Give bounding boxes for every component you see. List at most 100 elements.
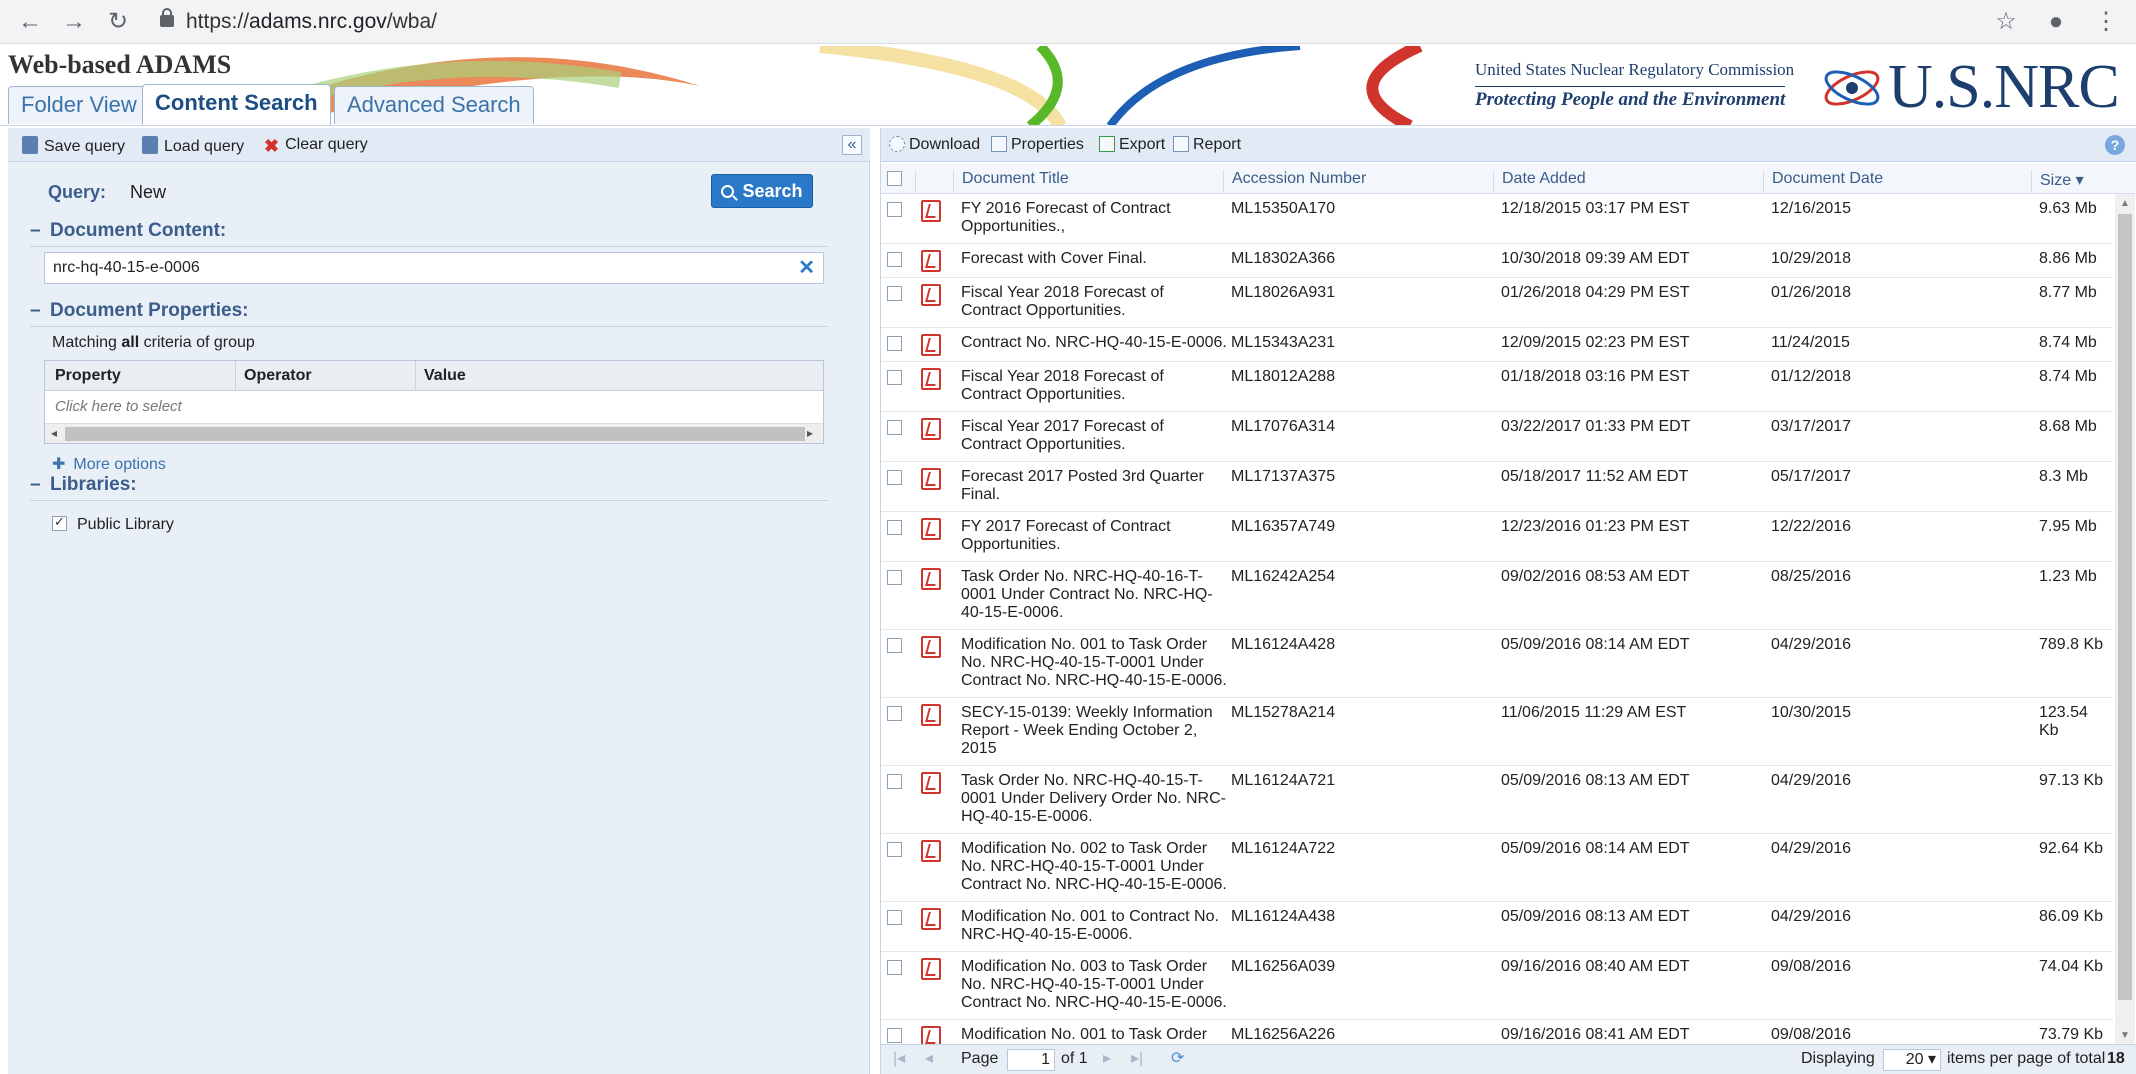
scroll-up-icon[interactable]: ▲ [2120,198,2130,209]
table-row[interactable]: Fiscal Year 2018 Forecast of Contract Op… [881,362,2113,412]
forward-icon[interactable]: → [58,6,90,38]
table-row[interactable]: Task Order No. NRC-HQ-40-16-T-0001 Under… [881,562,2113,630]
pdf-icon[interactable] [921,518,941,540]
document-title[interactable]: Contract No. NRC-HQ-40-15-E-0006. [961,334,1227,352]
row-checkbox[interactable] [887,370,902,385]
scroll-left-icon[interactable]: ◂ [51,426,57,440]
table-row[interactable]: Modification No. 003 to Task Order No. N… [881,952,2113,1020]
document-title[interactable]: Modification No. 001 to Task Order No. N… [961,1026,1227,1046]
table-row[interactable]: Forecast with Cover Final. ML18302A366 10/… [881,244,2113,278]
save-query-button[interactable]: Save query [22,136,125,156]
row-checkbox[interactable] [887,1028,902,1043]
document-title[interactable]: Forecast 2017 Posted 3rd Quarter Final. [961,468,1227,504]
pdf-icon[interactable] [921,908,941,930]
pdf-icon[interactable] [921,958,941,980]
row-checkbox[interactable] [887,202,902,217]
address-bar[interactable]: https://adams.nrc.gov/wba/ [160,6,2000,38]
search-button[interactable]: Search [711,174,813,208]
pdf-icon[interactable] [921,1026,941,1046]
document-title[interactable]: FY 2017 Forecast of Contract Opportuniti… [961,518,1227,554]
col-accession-number[interactable]: Accession Number [1223,170,1366,192]
per-page-select[interactable]: 20 ▾ [1883,1049,1941,1071]
table-row[interactable]: Modification No. 001 to Task Order No. N… [881,1020,2113,1046]
property-select-prompt[interactable]: Click here to select [55,398,182,415]
document-title[interactable]: Fiscal Year 2017 Forecast of Contract Op… [961,418,1227,454]
collapse-panel-button[interactable]: « [842,135,862,155]
table-row[interactable]: SECY-15-0139: Weekly Information Report … [881,698,2113,766]
clear-input-icon[interactable]: ✕ [798,257,815,279]
pdf-icon[interactable] [921,636,941,658]
star-icon[interactable]: ☆ [1990,6,2022,38]
select-all-checkbox[interactable] [887,171,902,186]
document-title[interactable]: Modification No. 002 to Task Order No. N… [961,840,1227,894]
row-checkbox[interactable] [887,638,902,653]
table-row[interactable]: Task Order No. NRC-HQ-40-15-T-0001 Under… [881,766,2113,834]
row-checkbox[interactable] [887,774,902,789]
row-checkbox[interactable] [887,252,902,267]
document-title[interactable]: FY 2016 Forecast of Contract Opportuniti… [961,200,1227,236]
more-vert-icon[interactable]: ⋮ [2090,6,2122,38]
properties-button[interactable]: Properties [991,136,1084,154]
document-properties-heading[interactable]: – Document Properties: [30,300,828,327]
col-document-title[interactable]: Document Title [953,170,1069,192]
pdf-icon[interactable] [921,704,941,726]
pdf-icon[interactable] [921,368,941,390]
public-library-option[interactable]: Public Library [52,514,174,534]
horizontal-scrollbar[interactable]: ◂ ▸ [45,423,823,443]
matching-mode[interactable]: all [121,334,139,351]
document-title[interactable]: Forecast with Cover Final. [961,250,1227,268]
table-row[interactable]: Modification No. 001 to Contract No. NRC… [881,902,2113,952]
document-title[interactable]: SECY-15-0139: Weekly Information Report … [961,704,1227,758]
libraries-heading[interactable]: – Libraries: [30,474,828,501]
row-checkbox[interactable] [887,286,902,301]
table-row[interactable]: Contract No. NRC-HQ-40-15-E-0006. ML15343… [881,328,2113,362]
tab-content-search[interactable]: Content Search [142,84,331,125]
row-checkbox[interactable] [887,570,902,585]
table-row[interactable]: Fiscal Year 2018 Forecast of Contract Op… [881,278,2113,328]
pdf-icon[interactable] [921,418,941,440]
pdf-icon[interactable] [921,568,941,590]
export-button[interactable]: Export [1099,136,1165,154]
document-title[interactable]: Task Order No. NRC-HQ-40-15-T-0001 Under… [961,772,1227,826]
refresh-icon[interactable]: ⟳ [1171,1045,1184,1073]
scroll-thumb[interactable] [65,427,805,441]
pdf-icon[interactable] [921,284,941,306]
row-checkbox[interactable] [887,420,902,435]
vertical-scrollbar[interactable]: ▲ ▼ [2115,194,2135,1046]
back-icon[interactable]: ← [14,6,46,38]
reload-icon[interactable]: ↻ [102,6,134,38]
load-query-button[interactable]: Load query [142,136,244,156]
download-button[interactable]: Download [889,136,980,154]
pdf-icon[interactable] [921,840,941,862]
document-title[interactable]: Modification No. 001 to Task Order No. N… [961,636,1227,690]
col-size[interactable]: Size ▾ [2031,170,2084,192]
document-title[interactable]: Modification No. 003 to Task Order No. N… [961,958,1227,1012]
table-row[interactable]: Modification No. 002 to Task Order No. N… [881,834,2113,902]
next-page-icon[interactable]: ▸ [1103,1045,1111,1073]
public-library-checkbox[interactable] [52,514,67,531]
clear-query-button[interactable]: ✖ Clear query [264,136,368,157]
scroll-right-icon[interactable]: ▸ [807,426,813,440]
row-checkbox[interactable] [887,336,902,351]
report-button[interactable]: Report [1173,136,1241,154]
scroll-down-icon[interactable]: ▼ [2120,1030,2130,1041]
document-title[interactable]: Fiscal Year 2018 Forecast of Contract Op… [961,368,1227,404]
prev-page-icon[interactable]: ◂ [925,1045,933,1073]
document-title[interactable]: Modification No. 001 to Contract No. NRC… [961,908,1227,944]
col-document-date[interactable]: Document Date [1763,170,1883,192]
row-checkbox[interactable] [887,910,902,925]
row-checkbox[interactable] [887,520,902,535]
tab-folder-view[interactable]: Folder View [8,86,150,124]
table-row[interactable]: Forecast 2017 Posted 3rd Quarter Final. M… [881,462,2113,512]
document-content-input[interactable]: nrc-hq-40-15-e-0006 ✕ [44,252,824,284]
row-checkbox[interactable] [887,960,902,975]
pdf-icon[interactable] [921,250,941,272]
row-checkbox[interactable] [887,470,902,485]
account-icon[interactable]: ● [2040,6,2072,38]
col-date-added[interactable]: Date Added [1493,170,1586,192]
help-icon[interactable]: ? [2105,135,2125,155]
more-options-link[interactable]: ✚ More options [52,454,166,474]
document-content-heading[interactable]: – Document Content: [30,220,828,247]
table-row[interactable]: FY 2016 Forecast of Contract Opportuniti… [881,194,2113,244]
tab-advanced-search[interactable]: Advanced Search [334,86,534,124]
